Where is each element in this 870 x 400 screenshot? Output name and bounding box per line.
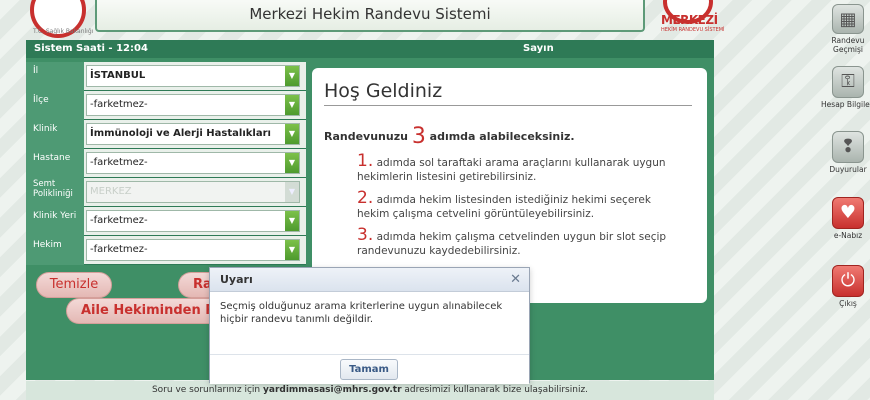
close-icon[interactable]: ✕	[510, 268, 521, 292]
warning-dialog: Uyarı ✕ Seçmiş olduğunuz arama kriterler…	[209, 267, 530, 384]
dialog-header: Uyarı ✕	[210, 268, 529, 292]
dialog-message: Seçmiş olduğunuz arama kriterlerine uygu…	[220, 301, 503, 325]
modal-overlay: Uyarı ✕ Seçmiş olduğunuz arama kriterler…	[0, 0, 870, 400]
dialog-footer: Tamam	[210, 354, 529, 384]
ok-button[interactable]: Tamam	[340, 359, 398, 380]
dialog-title: Uyarı	[220, 273, 253, 286]
